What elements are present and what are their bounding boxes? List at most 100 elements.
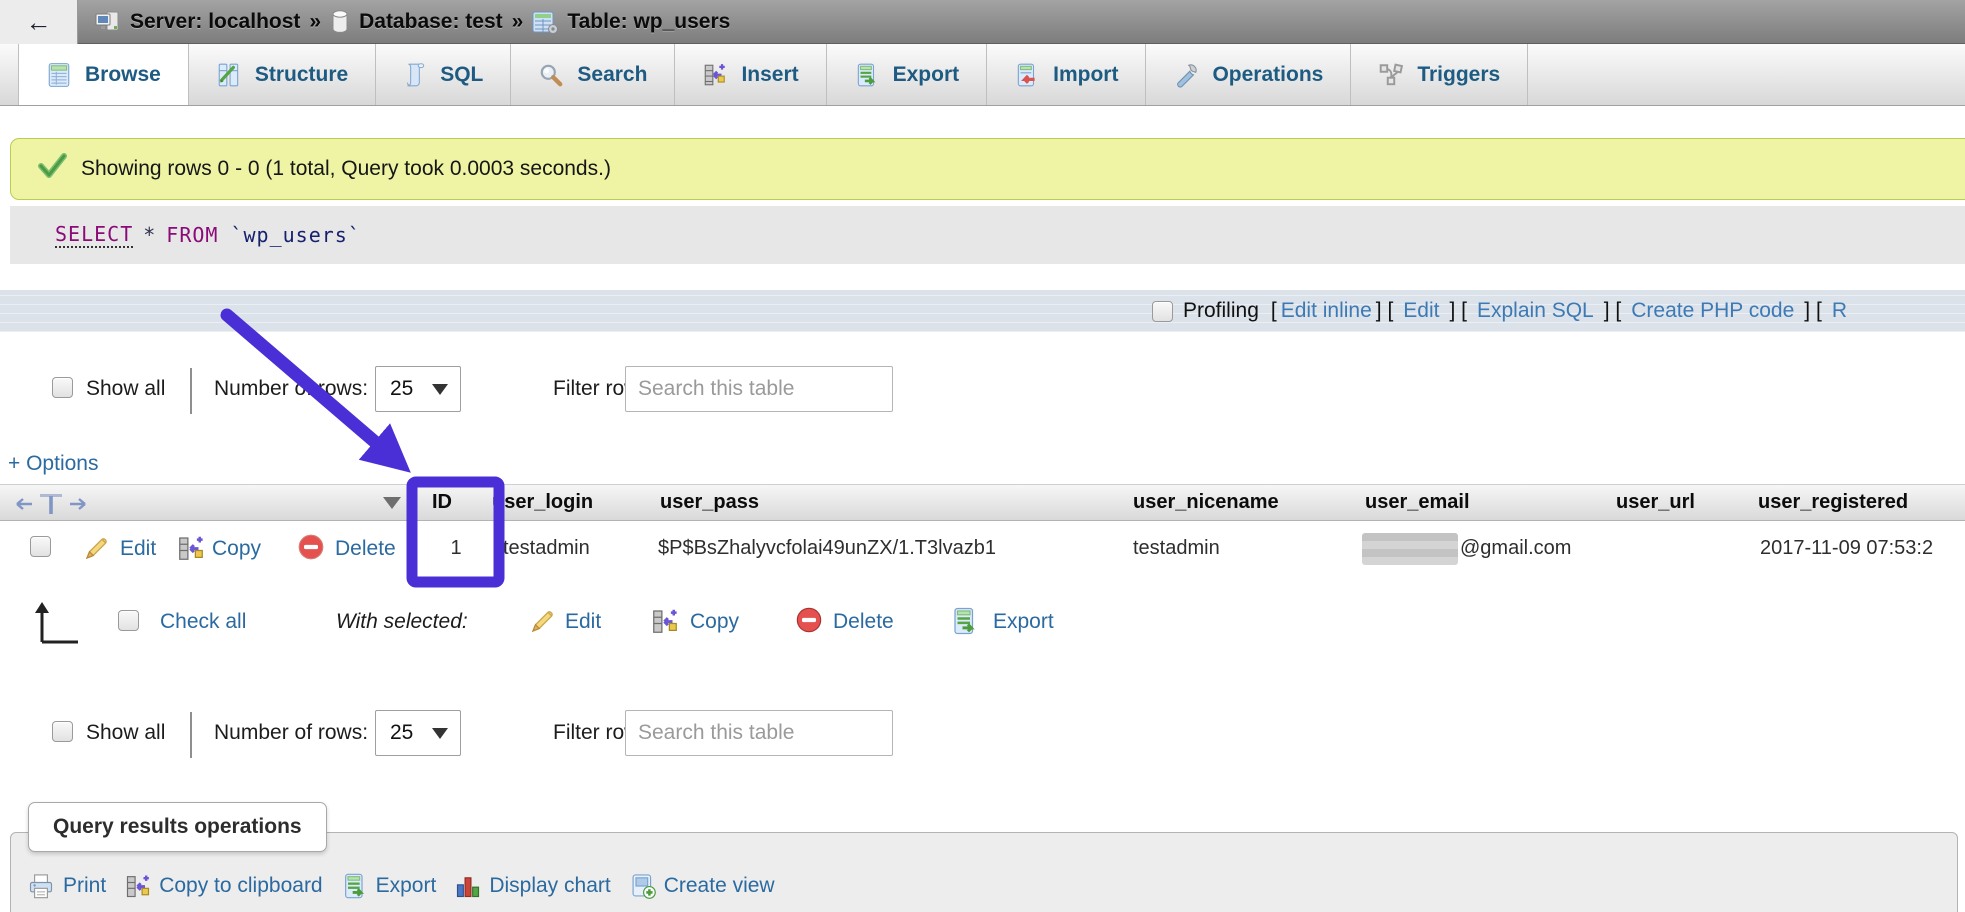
database-icon	[330, 10, 350, 34]
header-id[interactable]: ID	[432, 491, 452, 514]
header-user-nicename[interactable]: user_nicename	[1133, 491, 1279, 514]
create-php-code-link[interactable]: Create PHP code	[1631, 299, 1794, 323]
tab-triggers[interactable]: Triggers	[1351, 44, 1528, 105]
with-selected-copy-link[interactable]: Copy	[690, 610, 739, 634]
sort-descending-icon[interactable]	[383, 497, 401, 509]
print-link[interactable]: Print	[26, 872, 106, 900]
copy-to-clipboard-link[interactable]: Copy to clipboard	[124, 872, 322, 900]
cell-user-login[interactable]: testadmin	[503, 537, 590, 560]
chevron-down-icon	[432, 728, 448, 739]
export-icon	[950, 606, 980, 641]
tab-browse[interactable]: Browse	[18, 44, 189, 105]
row-delete-link[interactable]: Delete	[335, 537, 396, 561]
tab-label: Operations	[1212, 63, 1323, 87]
corner-arrow-icon	[30, 598, 82, 653]
breadcrumb-server[interactable]: Server: localhost	[130, 10, 300, 34]
tab-sql[interactable]: SQL	[376, 44, 511, 105]
with-selected-row: Check all With selected: Edit Copy Delet…	[0, 596, 1965, 652]
number-of-rows-select[interactable]: 25	[375, 366, 461, 412]
check-all-link[interactable]: Check all	[160, 610, 246, 634]
row-copy-link[interactable]: Copy	[212, 537, 261, 561]
copy-icon	[176, 533, 206, 568]
chevron-down-icon	[432, 384, 448, 395]
tab-label: Structure	[255, 63, 348, 87]
row-checkbox[interactable]	[30, 536, 51, 557]
header-user-email[interactable]: user_email	[1365, 491, 1470, 514]
number-of-rows-value-bottom: 25	[390, 721, 413, 745]
redacted-email-blur	[1362, 533, 1458, 565]
cell-user-registered[interactable]: 2017-11-09 07:53:2	[1760, 537, 1933, 560]
copy-icon	[124, 872, 152, 900]
wrench-icon	[1173, 62, 1199, 88]
edit-inline-link[interactable]: Edit inline	[1281, 299, 1372, 323]
export-link[interactable]: Export	[341, 872, 437, 900]
tab-import[interactable]: Import	[987, 44, 1146, 105]
cell-user-nicename[interactable]: testadmin	[1133, 537, 1220, 560]
chart-icon	[454, 872, 482, 900]
delete-icon	[795, 606, 823, 639]
sql-keyword-select[interactable]: SELECT	[55, 222, 133, 248]
breadcrumb-table[interactable]: Table: wp_users	[567, 10, 730, 34]
explain-sql-link[interactable]: Explain SQL	[1477, 299, 1594, 323]
triggers-icon	[1378, 62, 1404, 88]
tab-structure[interactable]: Structure	[189, 44, 376, 105]
divider	[190, 712, 192, 758]
row-edit-link[interactable]: Edit	[120, 537, 156, 561]
cell-user-pass[interactable]: $P$BsZhalyvcfolai49unZX/1.T3lvazb1	[658, 537, 996, 560]
status-message-text: Showing rows 0 - 0 (1 total, Query took …	[81, 157, 611, 181]
display-chart-link[interactable]: Display chart	[454, 872, 610, 900]
check-all-checkbox[interactable]	[118, 610, 139, 631]
tab-export[interactable]: Export	[827, 44, 988, 105]
edit-link[interactable]: Edit	[1403, 299, 1439, 323]
phpmyadmin-browse-screen: ← Server: localhost » Database: test » T…	[0, 0, 1965, 912]
breadcrumb-separator-2: »	[512, 10, 524, 34]
pencil-icon	[528, 606, 558, 641]
bracket: [	[1271, 299, 1277, 323]
profiling-checkbox[interactable]	[1152, 301, 1173, 322]
breadcrumb-database[interactable]: Database: test	[359, 10, 503, 34]
column-arrows-icon[interactable]	[12, 490, 90, 522]
pencil-icon	[82, 533, 112, 568]
options-toggle[interactable]: + Options	[8, 452, 98, 476]
copy-to-clipboard-label: Copy to clipboard	[159, 874, 322, 898]
show-all-checkbox[interactable]	[52, 377, 73, 398]
with-selected-delete-link[interactable]: Delete	[833, 610, 894, 634]
with-selected-edit-link[interactable]: Edit	[565, 610, 601, 634]
refresh-link-cut[interactable]: R	[1832, 299, 1847, 323]
sql-query-box: SELECT * FROM `wp_users`	[10, 206, 1965, 264]
tab-operations[interactable]: Operations	[1146, 44, 1351, 105]
back-button[interactable]: ←	[0, 0, 78, 44]
filter-rows-input-bottom[interactable]	[625, 710, 893, 756]
show-all-checkbox-bottom[interactable]	[52, 721, 73, 742]
cell-id[interactable]: 1	[440, 537, 472, 560]
browse-icon	[46, 62, 72, 88]
with-selected-export-link[interactable]: Export	[993, 610, 1054, 634]
print-icon	[26, 872, 56, 900]
filter-rows-input[interactable]	[625, 366, 893, 412]
cell-user-email[interactable]: @gmail.com	[1460, 537, 1571, 560]
header-user-url[interactable]: user_url	[1616, 491, 1695, 514]
success-check-icon	[37, 153, 67, 185]
number-of-rows-value: 25	[390, 377, 413, 401]
sql-keyword-from: FROM	[166, 223, 218, 247]
bracket: ] [	[1449, 299, 1467, 323]
show-all-label[interactable]: Show all	[86, 377, 165, 401]
tab-label: Search	[577, 63, 647, 87]
create-view-link[interactable]: Create view	[629, 872, 775, 900]
number-of-rows-select-bottom[interactable]: 25	[375, 710, 461, 756]
tab-search[interactable]: Search	[511, 44, 675, 105]
header-user-login[interactable]: user_login	[492, 491, 593, 514]
print-label: Print	[63, 874, 106, 898]
status-message: Showing rows 0 - 0 (1 total, Query took …	[10, 138, 1965, 200]
header-user-pass[interactable]: user_pass	[660, 491, 759, 514]
tab-label: SQL	[440, 63, 483, 87]
insert-icon	[702, 62, 728, 88]
divider	[190, 368, 192, 414]
tab-insert[interactable]: Insert	[675, 44, 826, 105]
export-icon	[341, 872, 369, 900]
breadcrumb-bar: ← Server: localhost » Database: test » T…	[0, 0, 1965, 44]
show-all-label-bottom[interactable]: Show all	[86, 721, 165, 745]
header-user-registered[interactable]: user_registered	[1758, 491, 1908, 514]
import-icon	[1014, 62, 1040, 88]
profiling-label: Profiling	[1183, 299, 1259, 323]
